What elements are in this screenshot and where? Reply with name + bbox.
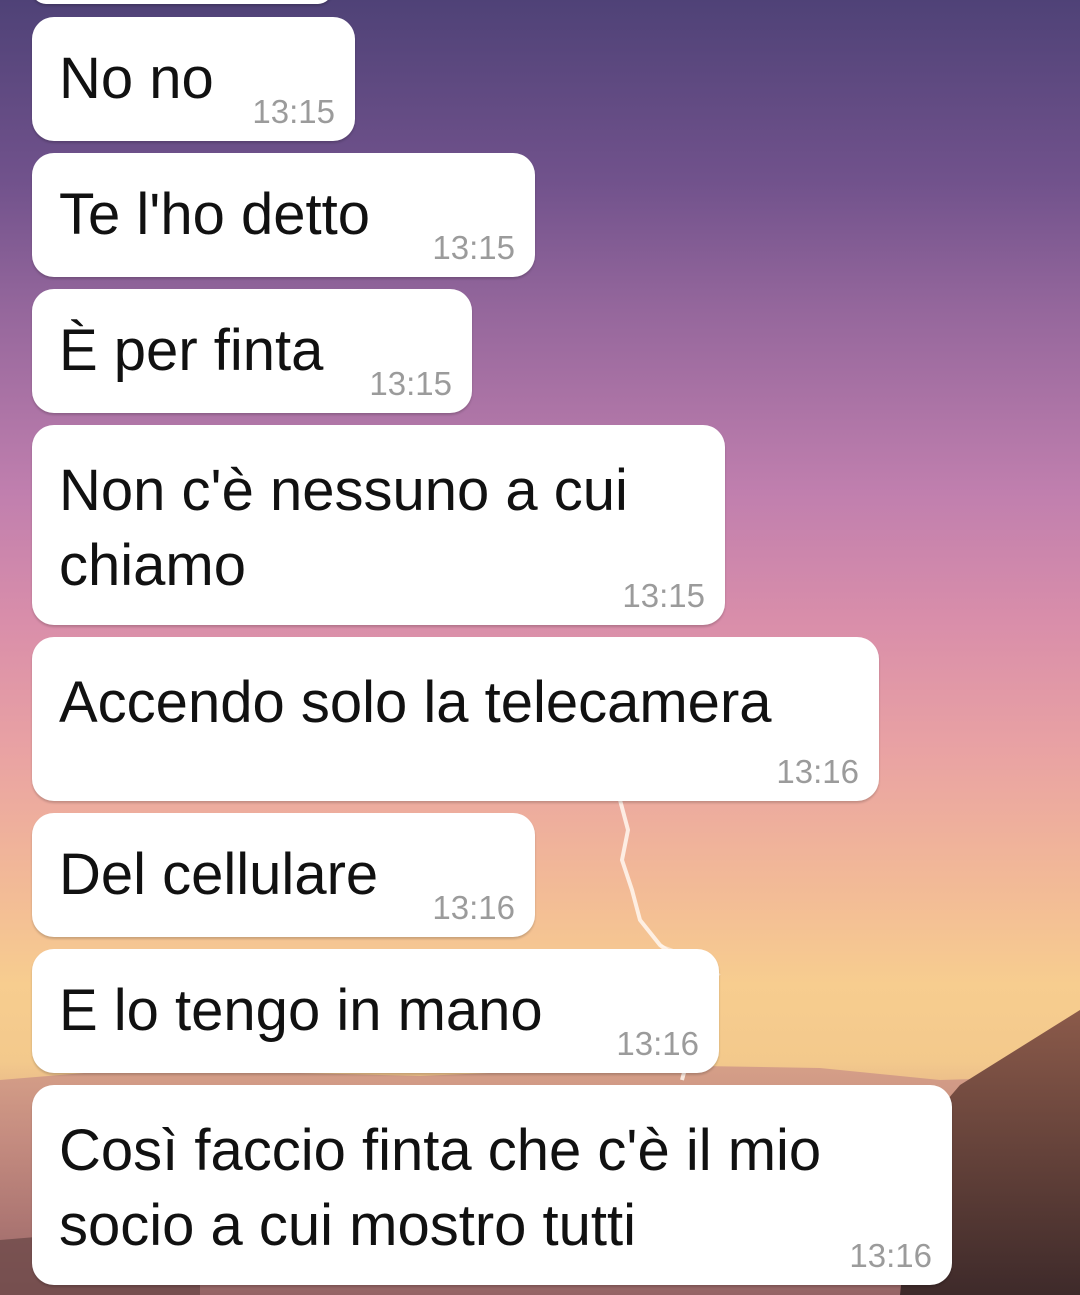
message-timestamp: 13:15 — [369, 365, 452, 402]
message-text: Non c'è nessuno a cui chiamo — [59, 458, 628, 598]
message-timestamp: 13:15 — [622, 577, 705, 614]
message-timestamp: 13:15 — [432, 229, 515, 266]
message-bubble[interactable]: Te l'ho detto 13:15 — [32, 153, 535, 277]
message-timestamp: 13:16 — [616, 1025, 699, 1062]
message-text: Te l'ho detto — [59, 182, 370, 247]
message-text: È per finta — [59, 318, 324, 383]
message-bubble[interactable]: No no 13:15 — [32, 17, 355, 141]
message-timestamp: 13:16 — [776, 753, 859, 790]
message-bubble[interactable]: Così faccio finta che c'è il mio socio a… — [32, 1085, 952, 1285]
message-bubble[interactable]: Del cellulare 13:16 — [32, 813, 535, 937]
message-text: Così faccio finta che c'è il mio socio a… — [59, 1118, 822, 1258]
message-text: Accendo solo la telecamera — [59, 670, 772, 735]
message-bubble[interactable]: Non c'è nessuno a cui chiamo 13:15 — [32, 425, 725, 625]
message-bubble[interactable]: E lo tengo in mano 13:16 — [32, 949, 719, 1073]
message-bubble-partial[interactable] — [32, 0, 332, 4]
message-timestamp: 13:15 — [252, 93, 335, 130]
message-text: No no — [59, 46, 214, 111]
message-list[interactable]: No no 13:15 Te l'ho detto 13:15 È per fi… — [0, 0, 1080, 1295]
message-text: Del cellulare — [59, 842, 379, 907]
message-text: E lo tengo in mano — [59, 978, 543, 1043]
message-timestamp: 13:16 — [432, 889, 515, 926]
message-bubble[interactable]: È per finta 13:15 — [32, 289, 472, 413]
message-bubble[interactable]: Accendo solo la telecamera 13:16 — [32, 637, 879, 801]
message-timestamp: 13:16 — [849, 1237, 932, 1274]
